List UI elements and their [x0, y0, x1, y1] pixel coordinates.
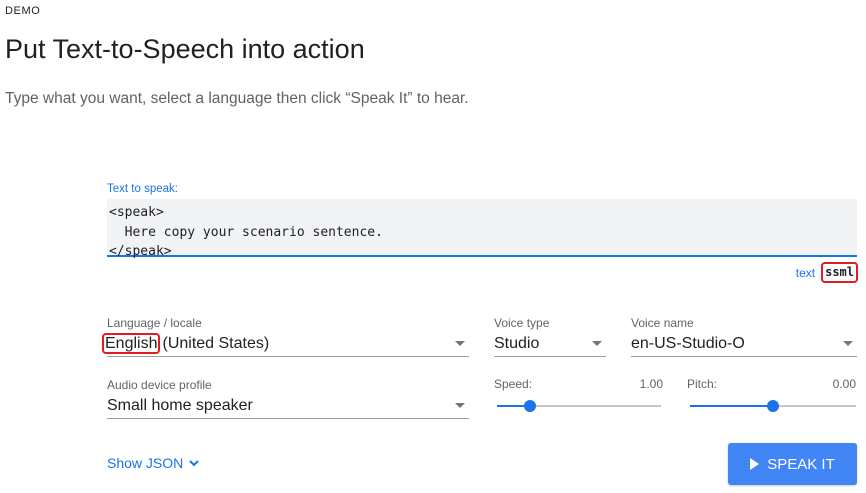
- show-json-link[interactable]: Show JSON: [107, 455, 201, 471]
- speed-slider-thumb[interactable]: [523, 400, 536, 412]
- pitch-value: 0.00: [832, 377, 856, 391]
- chevron-down-icon: [843, 341, 853, 346]
- audio-profile-value: Small home speaker: [107, 396, 253, 414]
- input-mode-toggle: text ssml: [796, 262, 858, 283]
- language-label: Language / locale: [107, 316, 202, 330]
- pitch-label: Pitch:: [687, 377, 718, 391]
- eyebrow-label: DEMO: [5, 5, 41, 17]
- page-subtitle: Type what you want, select a language th…: [5, 90, 469, 107]
- audio-profile-label: Audio device profile: [107, 378, 212, 392]
- speed-slider[interactable]: [497, 400, 661, 412]
- voice-type-label: Voice type: [494, 316, 550, 330]
- speed-value: 1.00: [639, 377, 663, 391]
- speed-label: Speed:: [494, 377, 533, 391]
- audio-profile-select[interactable]: Small home speaker: [107, 393, 469, 419]
- text-to-speak-label: Text to speak:: [107, 183, 178, 195]
- language-select[interactable]: English (United States): [102, 331, 469, 357]
- chevron-down-icon: [455, 403, 465, 408]
- play-icon: [750, 458, 760, 470]
- mode-text-option[interactable]: text: [796, 266, 815, 280]
- voice-name-label: Voice name: [631, 316, 694, 330]
- language-value-region: (United States): [162, 334, 270, 352]
- speak-it-button[interactable]: SPEAK IT: [728, 443, 857, 485]
- mode-ssml-option[interactable]: ssml: [821, 262, 858, 283]
- language-value: English (United States): [102, 332, 455, 354]
- voice-name-select[interactable]: en-US-Studio-O: [631, 331, 857, 357]
- speak-it-label: SPEAK IT: [767, 455, 835, 473]
- pitch-slider[interactable]: [690, 400, 856, 412]
- voice-type-select[interactable]: Studio: [494, 331, 606, 357]
- language-value-highlight: English: [102, 332, 161, 354]
- pitch-slider-thumb[interactable]: [767, 400, 779, 412]
- chevron-down-icon: [592, 341, 602, 346]
- voice-name-value: en-US-Studio-O: [631, 334, 745, 352]
- show-json-label: Show JSON: [107, 455, 184, 471]
- page-title: Put Text-to-Speech into action: [5, 34, 365, 64]
- voice-type-value: Studio: [494, 334, 540, 352]
- chevron-down-icon: [455, 341, 465, 346]
- chevron-down-icon: [189, 460, 199, 467]
- tts-demo-page: DEMO Put Text-to-Speech into action Type…: [0, 0, 866, 493]
- text-to-speak-input[interactable]: <speak> Here copy your scenario sentence…: [107, 199, 857, 259]
- pitch-slider-fill: [690, 405, 773, 407]
